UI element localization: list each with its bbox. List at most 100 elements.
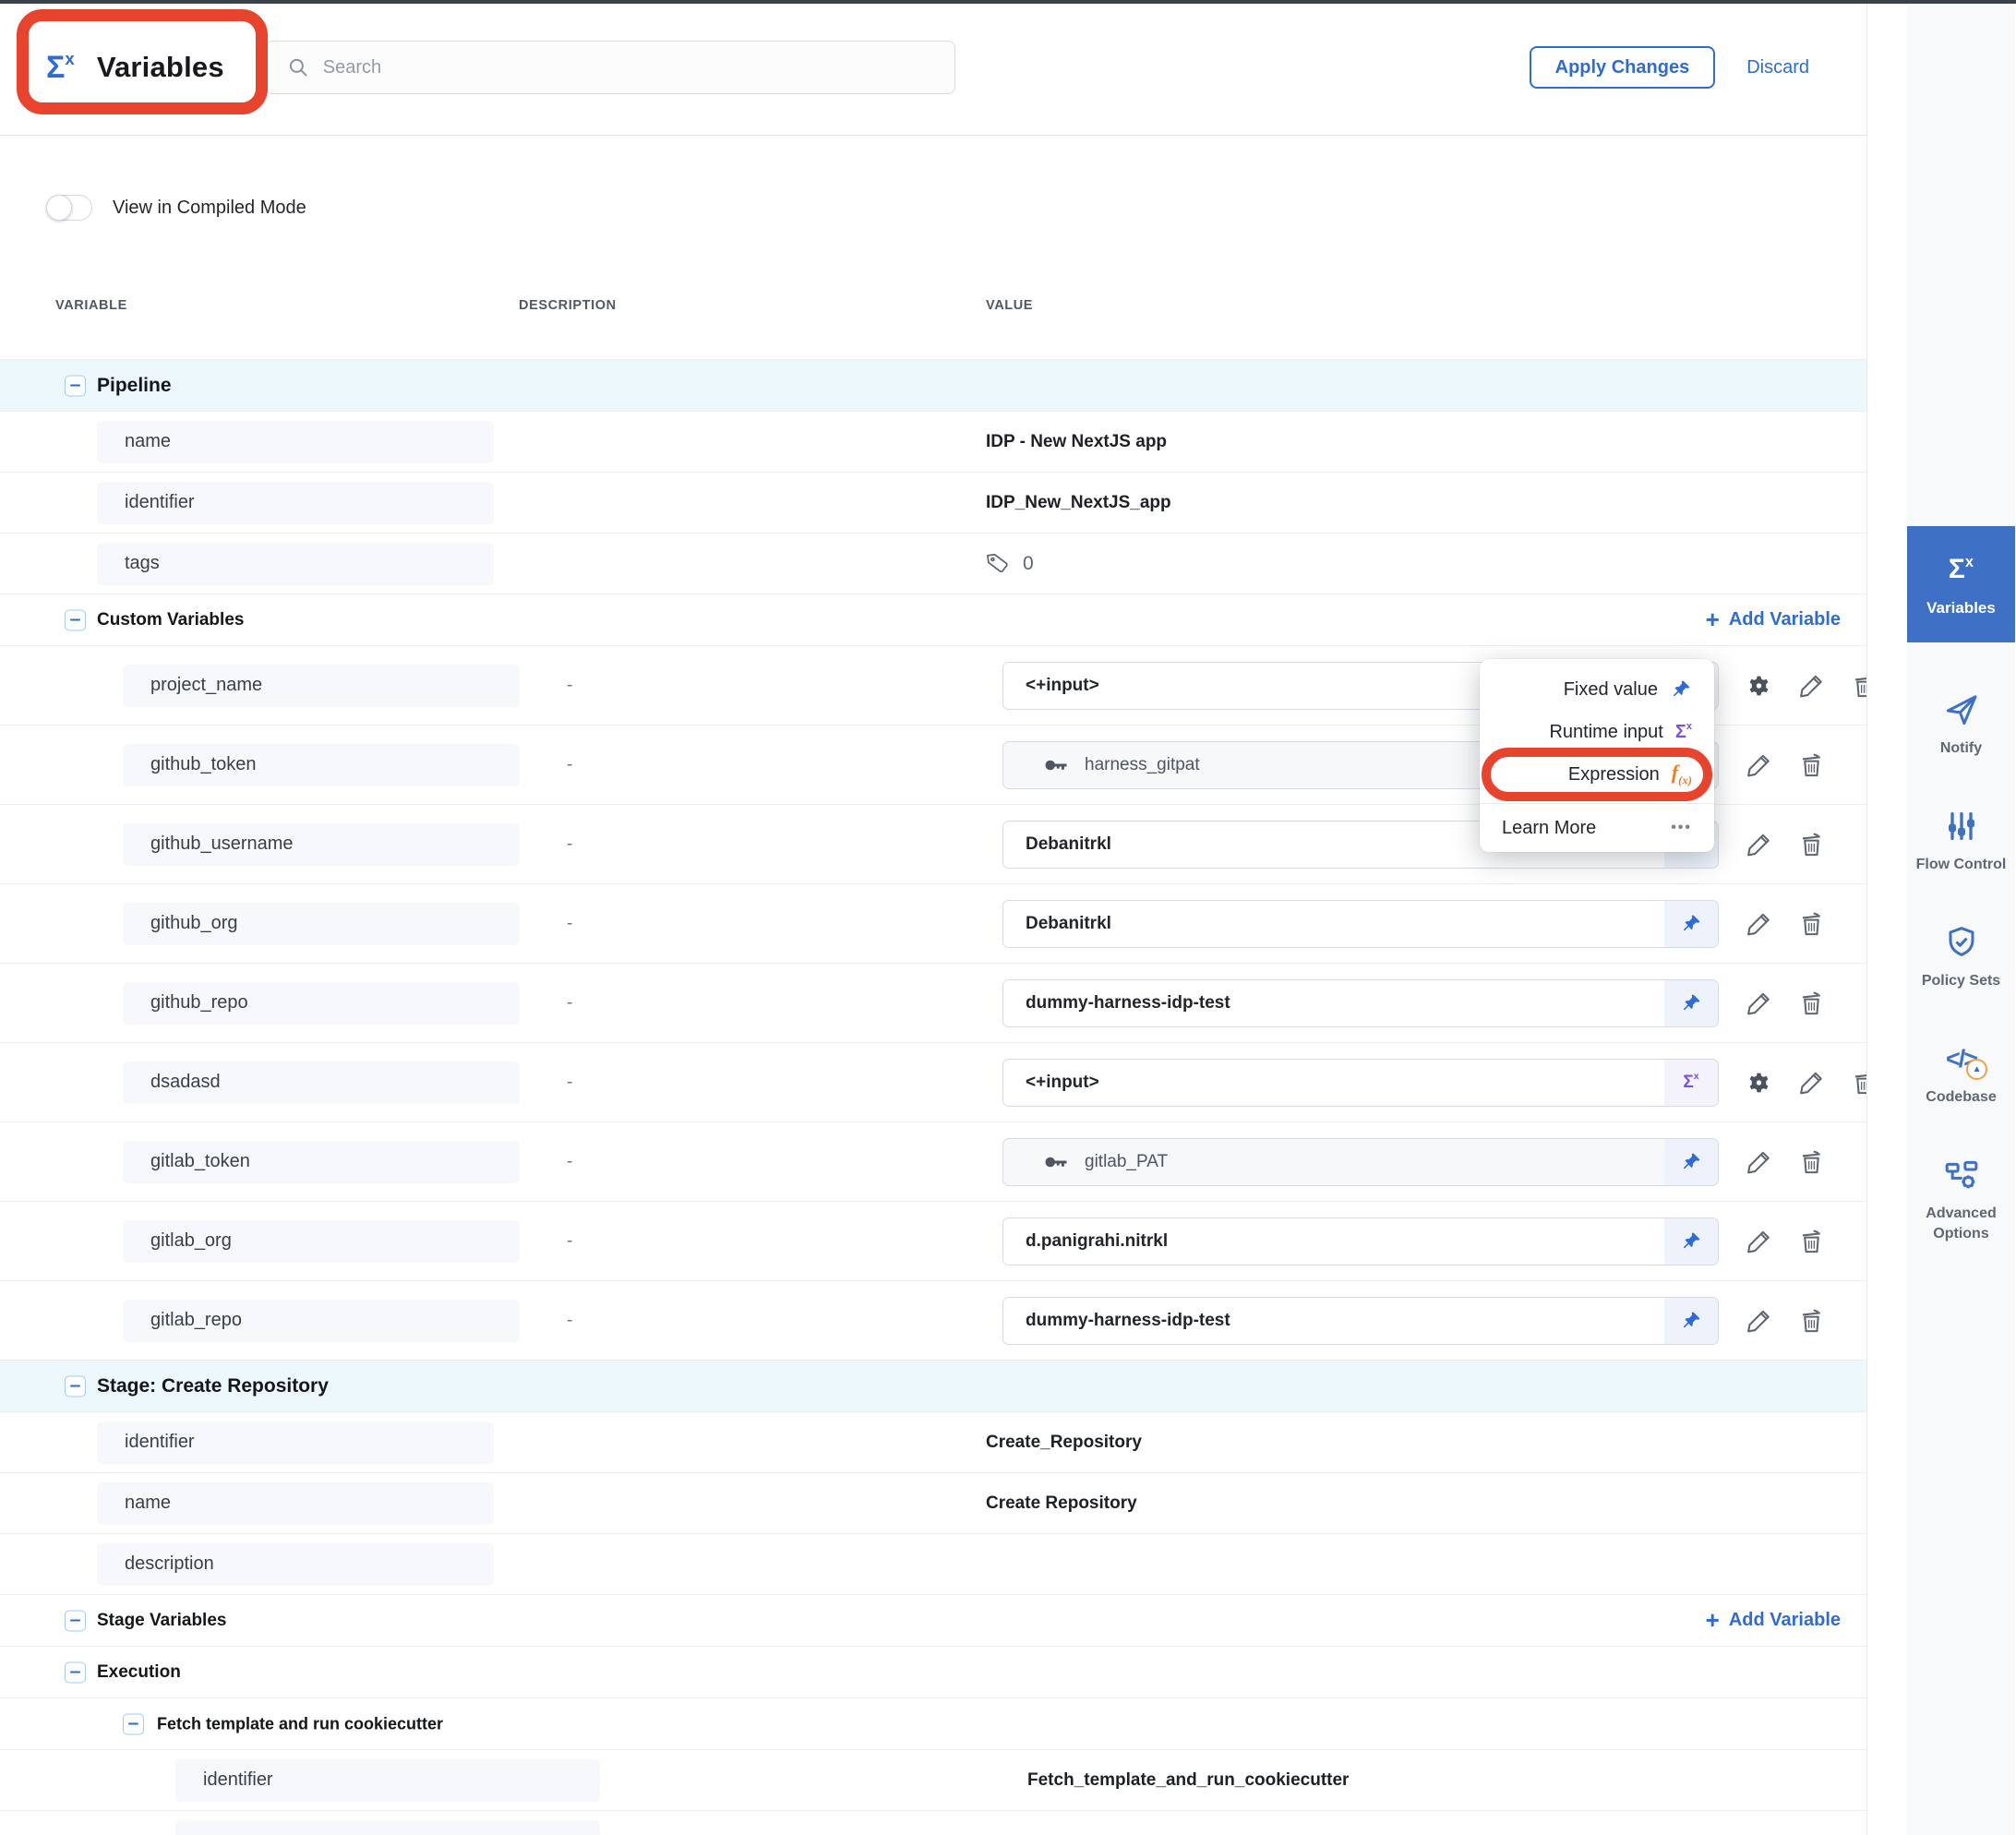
discard-button[interactable]: Discard bbox=[1746, 57, 1809, 78]
value-input[interactable]: gitlab_PAT bbox=[1002, 1138, 1719, 1186]
delete-trash-icon[interactable] bbox=[1797, 1306, 1826, 1335]
table-row: gitlab_org-d.panigrahi.nitrkl bbox=[0, 1201, 1866, 1280]
sidebar-item-advanced-options[interactable]: Advanced Options bbox=[1907, 1156, 2015, 1244]
section-title: Stage Variables bbox=[97, 1611, 226, 1631]
variables-sigma-icon: Σx bbox=[46, 52, 75, 83]
row-actions bbox=[1745, 909, 1826, 938]
value-input[interactable]: d.panigrahi.nitrkl bbox=[1002, 1217, 1719, 1265]
variables-panel: Σx Variables Search Apply Changes Discar… bbox=[0, 0, 2016, 1835]
add-variable-button[interactable]: +Add Variable bbox=[1706, 1610, 1841, 1632]
variable-name: tags bbox=[97, 543, 494, 585]
table-row: project_name-<+input>ΣxFixed valueRuntim… bbox=[0, 645, 1866, 725]
delete-trash-icon[interactable] bbox=[1797, 909, 1826, 938]
pin-icon[interactable] bbox=[1664, 1139, 1718, 1185]
collapse-minus-icon[interactable] bbox=[65, 1661, 86, 1683]
delete-trash-icon[interactable] bbox=[1797, 750, 1826, 779]
runtime-input-icon: Σx bbox=[1675, 723, 1692, 741]
sidebar-item-policy-sets[interactable]: Policy Sets bbox=[1907, 923, 2015, 991]
add-variable-label: Add Variable bbox=[1729, 1610, 1841, 1631]
collapse-minus-icon[interactable] bbox=[65, 375, 86, 396]
delete-trash-icon[interactable] bbox=[1850, 1068, 1867, 1097]
table-row bbox=[0, 1810, 1866, 1835]
table-row: gitlab_token-gitlab_PAT bbox=[0, 1121, 1866, 1201]
variable-name: description bbox=[97, 1543, 494, 1586]
section-title: Pipeline bbox=[97, 375, 172, 397]
edit-pencil-icon[interactable] bbox=[1745, 750, 1773, 779]
delete-trash-icon[interactable] bbox=[1797, 830, 1826, 858]
table-row: identifierCreate_Repository bbox=[0, 1411, 1866, 1472]
delete-trash-icon[interactable] bbox=[1797, 989, 1826, 1017]
dropdown-item-label: Expression bbox=[1568, 764, 1660, 786]
value-text: dummy-harness-idp-test bbox=[1026, 1311, 1230, 1331]
value-text: harness_gitpat bbox=[1085, 755, 1200, 775]
variable-value: IDP_New_NextJS_app bbox=[986, 493, 1171, 513]
edit-pencil-icon[interactable] bbox=[1745, 1306, 1773, 1335]
search-input[interactable]: Search bbox=[265, 41, 955, 94]
table-row: identifierIDP_New_NextJS_app bbox=[0, 472, 1866, 533]
settings-gear-icon[interactable] bbox=[1745, 1068, 1773, 1097]
table-row: dsadasd-<+input>Σx bbox=[0, 1042, 1866, 1121]
value-type-dropdown: Fixed value Runtime inputΣxExpressionf(x)… bbox=[1480, 659, 1714, 852]
toggle-knob bbox=[46, 195, 72, 221]
compiled-mode-label: View in Compiled Mode bbox=[113, 198, 306, 219]
pin-icon[interactable] bbox=[1664, 1298, 1718, 1344]
value-input[interactable]: Debanitrkl bbox=[1002, 900, 1719, 948]
pin-icon[interactable] bbox=[1664, 1218, 1718, 1265]
code-warning-icon: </>▲ bbox=[1942, 1039, 1981, 1078]
collapse-minus-icon[interactable] bbox=[65, 609, 86, 630]
learn-more-link[interactable]: Learn More bbox=[1502, 818, 1596, 839]
collapse-minus-icon[interactable] bbox=[65, 1375, 86, 1397]
variable-name: dsadasd bbox=[123, 1061, 520, 1104]
edit-pencil-icon[interactable] bbox=[1745, 989, 1773, 1017]
variable-name: gitlab_token bbox=[123, 1141, 520, 1183]
value-input[interactable]: <+input>Σx bbox=[1002, 1059, 1719, 1107]
table-column-header: VARIABLE DESCRIPTION VALUE bbox=[0, 291, 1866, 339]
collapse-minus-icon[interactable] bbox=[65, 1610, 86, 1631]
sidebar-item-label: Codebase bbox=[1914, 1087, 2010, 1108]
sidebar-item-flow-control[interactable]: Flow Control bbox=[1907, 807, 2015, 875]
edit-pencil-icon[interactable] bbox=[1797, 1068, 1826, 1097]
edit-pencil-icon[interactable] bbox=[1797, 671, 1826, 700]
section-title: Custom Variables bbox=[97, 610, 244, 630]
variable-name: identifier bbox=[175, 1759, 600, 1802]
pin-icon[interactable] bbox=[1664, 980, 1718, 1026]
pin-icon[interactable] bbox=[1664, 901, 1718, 947]
edit-pencil-icon[interactable] bbox=[1745, 909, 1773, 938]
value-input[interactable]: dummy-harness-idp-test bbox=[1002, 979, 1719, 1027]
runtime-input-icon[interactable]: Σx bbox=[1664, 1060, 1718, 1106]
dropdown-item-label: Fixed value bbox=[1564, 679, 1658, 701]
apply-changes-button[interactable]: Apply Changes bbox=[1530, 46, 1716, 89]
sidebar-item-label: Policy Sets bbox=[1914, 971, 2010, 991]
variable-name: name bbox=[97, 421, 494, 463]
value-input[interactable]: dummy-harness-idp-test bbox=[1002, 1297, 1719, 1345]
row-actions bbox=[1745, 671, 1867, 700]
sidebar-item-variables[interactable]: ΣxVariables bbox=[1907, 526, 2015, 642]
column-value: VALUE bbox=[986, 298, 1033, 313]
delete-trash-icon[interactable] bbox=[1797, 1147, 1826, 1176]
compiled-mode-toggle[interactable] bbox=[46, 195, 92, 221]
collapse-minus-icon[interactable] bbox=[123, 1713, 144, 1734]
delete-trash-icon[interactable] bbox=[1797, 1227, 1826, 1255]
value-text: Debanitrkl bbox=[1026, 834, 1111, 855]
add-variable-button[interactable]: +Add Variable bbox=[1706, 609, 1841, 631]
title-group: Σx Variables bbox=[46, 51, 224, 84]
settings-gear-icon[interactable] bbox=[1745, 671, 1773, 700]
dropdown-item-runtime-input[interactable]: Runtime inputΣx bbox=[1480, 711, 1714, 753]
key-icon bbox=[1042, 1148, 1070, 1176]
table-row: github_org-Debanitrkl bbox=[0, 883, 1866, 963]
sidebar-item-notify[interactable]: Notify bbox=[1907, 690, 2015, 759]
edit-pencil-icon[interactable] bbox=[1745, 1147, 1773, 1176]
variable-name: github_username bbox=[123, 823, 520, 866]
delete-trash-icon[interactable] bbox=[1850, 671, 1867, 700]
dropdown-item-fixed-value[interactable]: Fixed value bbox=[1480, 668, 1714, 711]
edit-pencil-icon[interactable] bbox=[1745, 830, 1773, 858]
sidebar-item-codebase[interactable]: </>▲ Codebase bbox=[1907, 1039, 2015, 1108]
dropdown-item-expression[interactable]: Expressionf(x) bbox=[1480, 753, 1714, 796]
variable-name: github_repo bbox=[123, 982, 520, 1025]
more-options-icon[interactable]: ••• bbox=[1671, 820, 1692, 836]
plane-icon bbox=[1942, 690, 1981, 729]
section-title: Stage: Create Repository bbox=[97, 1375, 329, 1397]
plus-icon: + bbox=[1706, 607, 1720, 631]
key-icon bbox=[1042, 751, 1070, 779]
edit-pencil-icon[interactable] bbox=[1745, 1227, 1773, 1255]
